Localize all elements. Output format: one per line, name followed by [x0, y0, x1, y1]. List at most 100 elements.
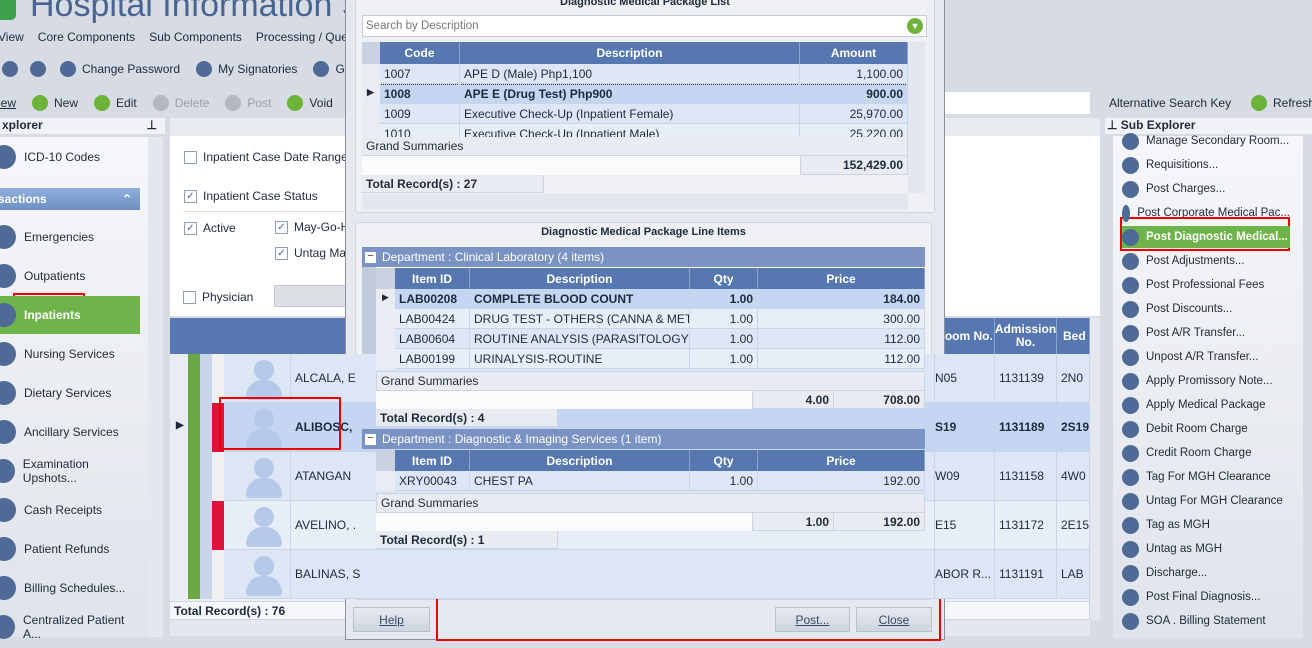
table-row[interactable]: BALINAS, S ABOR R... 1131191 LAB	[170, 550, 1090, 599]
close-button[interactable]: Close	[856, 607, 932, 632]
line-item-cell: DRUG TEST - OTHERS (CANNA & METH)	[470, 309, 690, 329]
sub-item-label: Apply Medical Package	[1146, 399, 1266, 411]
post-dialog-button[interactable]: Post...	[775, 607, 850, 632]
sub-explorer-item[interactable]: Untag as MGH	[1122, 538, 1290, 560]
col-line-1[interactable]: Description	[470, 268, 690, 289]
avatar	[240, 454, 286, 500]
sub-explorer-item[interactable]: Debit Room Charge	[1122, 418, 1290, 440]
sub-explorer-item[interactable]: Untag For MGH Clearance	[1122, 490, 1290, 512]
sidebar-item[interactable]: Examination Upshots...	[0, 456, 140, 486]
sub-explorer-item[interactable]: Unpost A/R Transfer...	[1122, 346, 1290, 368]
physician-field[interactable]	[274, 285, 349, 307]
sub-explorer-item[interactable]: Post Corporate Medical Pac...	[1122, 202, 1290, 224]
sub-item-label: Post Discounts...	[1146, 303, 1233, 315]
col-admission[interactable]: Admission No.	[995, 318, 1057, 354]
untag-checkbox[interactable]: ✓	[275, 247, 288, 261]
collapse-icon[interactable]: −	[365, 250, 376, 263]
nav-icon	[0, 264, 16, 288]
sidebar-item-icd10[interactable]: ICD-10 Codes	[0, 142, 140, 172]
sub-explorer-item[interactable]: Requisitions...	[1122, 154, 1290, 176]
col-bed[interactable]: Bed	[1057, 318, 1090, 354]
line-grand-summaries: Grand Summaries	[376, 493, 925, 513]
nav-icon	[0, 381, 16, 405]
sub-explorer-item[interactable]: Discharge...	[1122, 562, 1290, 584]
admission-no: 1131191	[995, 550, 1057, 599]
sidebar-item[interactable]: Dietary Services	[0, 378, 140, 408]
sub-explorer-item[interactable]: Apply Promissory Note...	[1122, 370, 1290, 392]
col-line-3[interactable]: Price	[758, 268, 925, 289]
line-item-cell[interactable]: LAB00208	[395, 289, 470, 309]
sub-explorer-item[interactable]: Post Diagnostic Medical...	[1122, 226, 1290, 248]
sidebar-item[interactable]: Ancillary Services	[0, 417, 140, 447]
active-label: Active	[203, 221, 236, 235]
sidebar-item[interactable]: Centralized Patient A...	[0, 612, 140, 642]
package-row[interactable]: ▶ 1008 APE E (Drug Test) Php900 900.00	[362, 84, 908, 104]
line-item-cell[interactable]: LAB00604	[395, 329, 470, 349]
sub-item-label: Debit Room Charge	[1146, 423, 1248, 435]
sub-item-label: Post Final Diagnosis...	[1146, 591, 1261, 603]
package-list-vscroll[interactable]	[908, 42, 925, 193]
sub-explorer-item[interactable]: Post Adjustments...	[1122, 250, 1290, 272]
nav-icon	[0, 420, 16, 444]
sidebar-item[interactable]: Emergencies	[0, 222, 140, 252]
sidebar-item[interactable]: Outpatients	[0, 261, 140, 291]
col-line-2[interactable]: Qty	[690, 450, 758, 471]
sub-explorer-item[interactable]: SOA . Billing Statement	[1122, 610, 1290, 632]
status-flag	[212, 550, 224, 599]
package-code: 1009	[380, 104, 460, 124]
sidebar-item[interactable]: Billing Schedules...	[0, 573, 140, 603]
line-item-cell[interactable]: XRY00043	[395, 471, 470, 491]
transactions-group-header[interactable]: sactions ⌃	[0, 188, 140, 210]
package-description: APE D (Male) Php1,100	[460, 64, 800, 84]
sub-explorer-item[interactable]: Post A/R Transfer...	[1122, 322, 1290, 344]
may-go-home-checkbox[interactable]: ✓	[275, 221, 288, 235]
sub-explorer-item[interactable]: Manage Secondary Room...	[1122, 130, 1290, 152]
document-icon	[1122, 348, 1139, 366]
sub-explorer-item[interactable]: Tag as MGH	[1122, 514, 1290, 536]
col-line-2[interactable]: Qty	[690, 268, 758, 289]
collapse-icon[interactable]: −	[365, 432, 376, 445]
department-group-header[interactable]: − Department : Diagnostic & Imaging Servi…	[362, 429, 925, 449]
active-checkbox[interactable]: ✓	[184, 222, 197, 236]
document-icon	[1122, 180, 1139, 198]
document-icon	[1122, 444, 1139, 462]
case-status-checkbox[interactable]: ✓	[184, 190, 197, 204]
col-line-0[interactable]: Item ID	[395, 268, 470, 289]
sub-explorer-item[interactable]: Post Professional Fees	[1122, 274, 1290, 296]
sidebar-item[interactable]: Nursing Services	[0, 339, 140, 369]
package-row[interactable]: 1009 Executive Check-Up (Inpatient Femal…	[362, 104, 908, 124]
sub-explorer-item[interactable]: Tag For MGH Clearance	[1122, 466, 1290, 488]
sub-explorer-item[interactable]: Post Final Diagnosis...	[1122, 586, 1290, 608]
line-item-cell: 1.00	[690, 349, 758, 369]
line-item-cell[interactable]: LAB00424	[395, 309, 470, 329]
sub-explorer-item[interactable]: Apply Medical Package	[1122, 394, 1290, 416]
department-group-header[interactable]: − Department : Clinical Laboratory (4 ite…	[362, 247, 925, 267]
col-line-0[interactable]: Item ID	[395, 450, 470, 471]
package-list-hscroll[interactable]	[362, 194, 908, 210]
package-row[interactable]: 1007 APE D (Male) Php1,100 1,100.00	[362, 64, 908, 84]
package-row[interactable]: 1010 Executive Check-Up (Inpatient Male)…	[362, 124, 908, 137]
sub-explorer-item[interactable]: Post Discounts...	[1122, 298, 1290, 320]
explorer-scrollbar[interactable]	[148, 137, 163, 637]
sub-explorer-item[interactable]: Credit Room Charge	[1122, 442, 1290, 464]
sidebar-item[interactable]: Patient Refunds	[0, 534, 140, 564]
package-amount: 900.00	[800, 84, 908, 104]
physician-checkbox[interactable]	[183, 291, 196, 305]
help-button[interactable]: Help	[353, 607, 430, 632]
bed: LAB	[1057, 550, 1090, 599]
patient-grid-vscroll[interactable]	[1090, 318, 1100, 620]
date-range-checkbox[interactable]	[184, 151, 197, 165]
sidebar-item[interactable]: Inpatients	[0, 296, 140, 334]
sub-item-label: Post A/R Transfer...	[1146, 327, 1246, 339]
status-flag	[212, 452, 224, 501]
collapse-icon[interactable]: ⌃	[122, 192, 132, 206]
package-grand-summaries: Grand Summaries	[362, 137, 908, 156]
col-line-1[interactable]: Description	[470, 450, 690, 471]
sub-explorer-item[interactable]: Post Charges...	[1122, 178, 1290, 200]
col-line-3[interactable]: Price	[758, 450, 925, 471]
sidebar-item[interactable]: Cash Receipts	[0, 495, 140, 525]
document-icon	[1122, 204, 1131, 222]
sub-item-label: Post Professional Fees	[1146, 279, 1265, 291]
line-item-cell: CHEST PA	[470, 471, 690, 491]
line-item-cell[interactable]: LAB00199	[395, 349, 470, 369]
